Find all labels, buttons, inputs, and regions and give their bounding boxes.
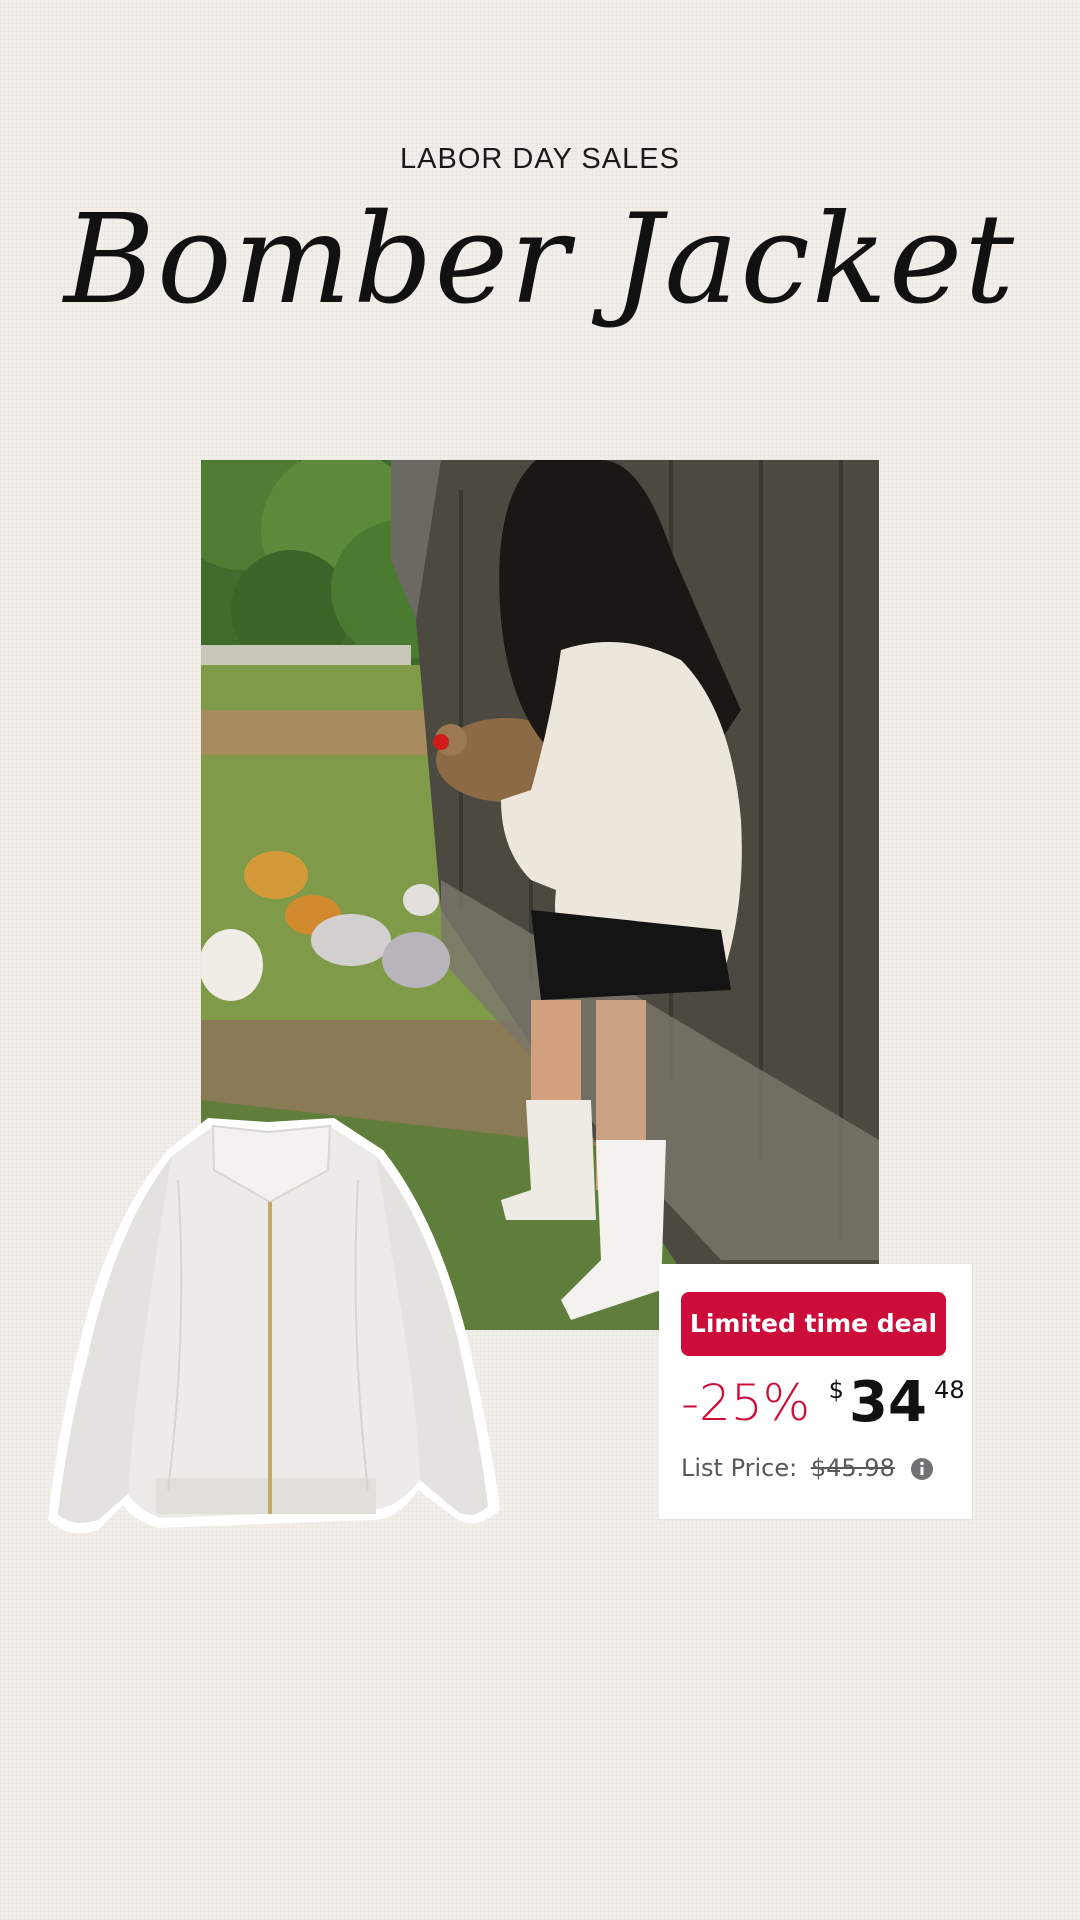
price-fraction: 48	[934, 1376, 965, 1404]
info-icon[interactable]	[910, 1455, 934, 1480]
discount-percent: -25%	[681, 1374, 811, 1432]
sale-price: $ 34 48	[829, 1368, 965, 1438]
price-row: -25% $ 34 48	[681, 1368, 965, 1438]
price-whole: 34	[849, 1370, 927, 1435]
limited-deal-badge: Limited time deal	[681, 1292, 946, 1356]
price-currency: $	[828, 1376, 844, 1404]
page-title: Bomber Jacket	[63, 188, 1017, 332]
deal-card[interactable]: Limited time deal -25% $ 34 48 List Pric…	[659, 1264, 972, 1519]
list-price-value: $45.98	[810, 1454, 895, 1482]
list-price-label: List Price:	[681, 1454, 798, 1482]
list-price-row: List Price: $45.98	[681, 1450, 934, 1486]
product-image[interactable]	[38, 1110, 510, 1555]
